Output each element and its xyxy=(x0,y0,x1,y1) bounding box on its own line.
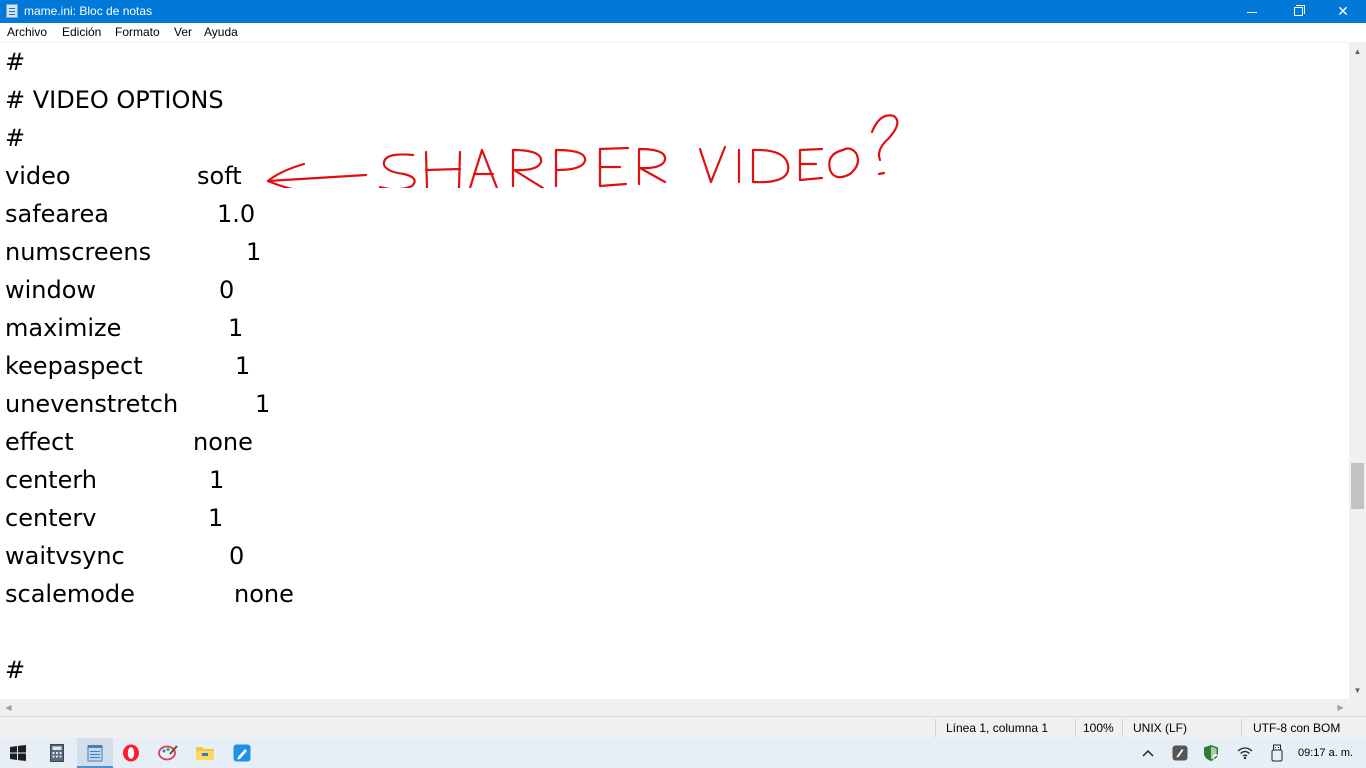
scroll-left-icon[interactable]: ◀ xyxy=(0,699,17,716)
menu-bar: Archivo Edición Formato Ver Ayuda xyxy=(0,23,1366,43)
whiteboard-icon[interactable] xyxy=(231,742,253,764)
opera-icon[interactable] xyxy=(120,742,142,764)
taskbar: 09:17 a. m. xyxy=(0,738,1366,768)
zoom-level: 100% xyxy=(1083,721,1114,735)
scrollbar-corner xyxy=(1349,699,1366,716)
option-key: waitvsync xyxy=(5,542,125,570)
scroll-up-icon[interactable]: ▲ xyxy=(1349,43,1366,60)
option-value: 0 xyxy=(219,276,235,304)
text-line: # VIDEO OPTIONS xyxy=(5,86,224,114)
option-key: scalemode xyxy=(5,580,135,608)
option-value: soft xyxy=(197,162,242,190)
option-key: centerh xyxy=(5,466,98,494)
option-value: 1 xyxy=(235,352,251,380)
option-value: none xyxy=(234,580,294,608)
option-key: centerv xyxy=(5,504,97,532)
option-value: 1 xyxy=(228,314,244,342)
option-key: safearea xyxy=(5,200,109,228)
status-divider xyxy=(1075,719,1076,737)
text-line: # xyxy=(5,124,26,152)
encoding: UTF-8 con BOM xyxy=(1253,721,1341,735)
option-value: 0 xyxy=(229,542,245,570)
option-key: window xyxy=(5,276,97,304)
pen-workspace-icon[interactable] xyxy=(1169,742,1191,764)
option-value: 1 xyxy=(255,390,271,418)
close-icon: ✕ xyxy=(1337,3,1349,19)
menu-formato[interactable]: Formato xyxy=(115,25,160,40)
wifi-icon[interactable] xyxy=(1234,742,1256,764)
usb-device-icon[interactable] xyxy=(1266,742,1288,764)
option-key: numscreens xyxy=(5,238,152,266)
status-divider xyxy=(1122,719,1123,737)
menu-archivo[interactable]: Archivo xyxy=(7,25,47,40)
option-value: none xyxy=(193,428,253,456)
menu-ayuda[interactable]: Ayuda xyxy=(204,25,238,40)
chevron-up-icon[interactable] xyxy=(1137,742,1159,764)
option-key: effect xyxy=(5,428,74,456)
menu-ver[interactable]: Ver xyxy=(174,25,192,40)
notepad-icon[interactable] xyxy=(84,742,106,764)
vertical-scrollbar[interactable]: ▲ ▼ xyxy=(1349,43,1366,699)
text-line: # xyxy=(5,656,26,684)
restore-button[interactable] xyxy=(1275,0,1321,23)
window-title: mame.ini: Bloc de notas xyxy=(24,4,153,18)
handwritten-annotation xyxy=(266,114,899,188)
windows-start-icon[interactable] xyxy=(7,742,29,764)
cursor-position: Línea 1, columna 1 xyxy=(946,721,1049,735)
minimize-button[interactable] xyxy=(1229,0,1275,23)
close-button[interactable]: ✕ xyxy=(1320,0,1366,23)
option-value: 1.0 xyxy=(217,200,256,228)
option-key: video xyxy=(5,162,71,190)
option-key: maximize xyxy=(5,314,122,342)
file-explorer-icon[interactable] xyxy=(194,742,216,764)
notepad-icon xyxy=(6,4,18,18)
line-ending: UNIX (LF) xyxy=(1133,721,1187,735)
option-key: keepaspect xyxy=(5,352,143,380)
minimize-icon xyxy=(1247,12,1257,13)
scroll-right-icon[interactable]: ▶ xyxy=(1332,699,1349,716)
status-bar: Línea 1, columna 1 100% UNIX (LF) UTF-8 … xyxy=(0,716,1366,738)
text-line: # xyxy=(5,48,26,76)
calculator-icon[interactable] xyxy=(46,742,68,764)
restore-icon xyxy=(1293,5,1305,16)
option-value: 1 xyxy=(209,466,225,494)
scroll-down-icon[interactable]: ▼ xyxy=(1349,682,1366,699)
paint-icon[interactable] xyxy=(157,742,179,764)
scrollbar-thumb[interactable] xyxy=(1351,463,1364,509)
security-shield-icon[interactable] xyxy=(1200,742,1222,764)
title-bar[interactable]: mame.ini: Bloc de notas ✕ xyxy=(0,0,1366,23)
status-divider xyxy=(1241,719,1242,737)
horizontal-scrollbar[interactable]: ◀ ▶ xyxy=(0,699,1349,716)
option-key: unevenstretch xyxy=(5,390,179,418)
menu-edicion[interactable]: Edición xyxy=(62,25,101,40)
option-value: 1 xyxy=(208,504,224,532)
status-divider xyxy=(935,719,936,737)
taskbar-clock[interactable]: 09:17 a. m. xyxy=(1298,746,1353,760)
option-value: 1 xyxy=(246,238,262,266)
